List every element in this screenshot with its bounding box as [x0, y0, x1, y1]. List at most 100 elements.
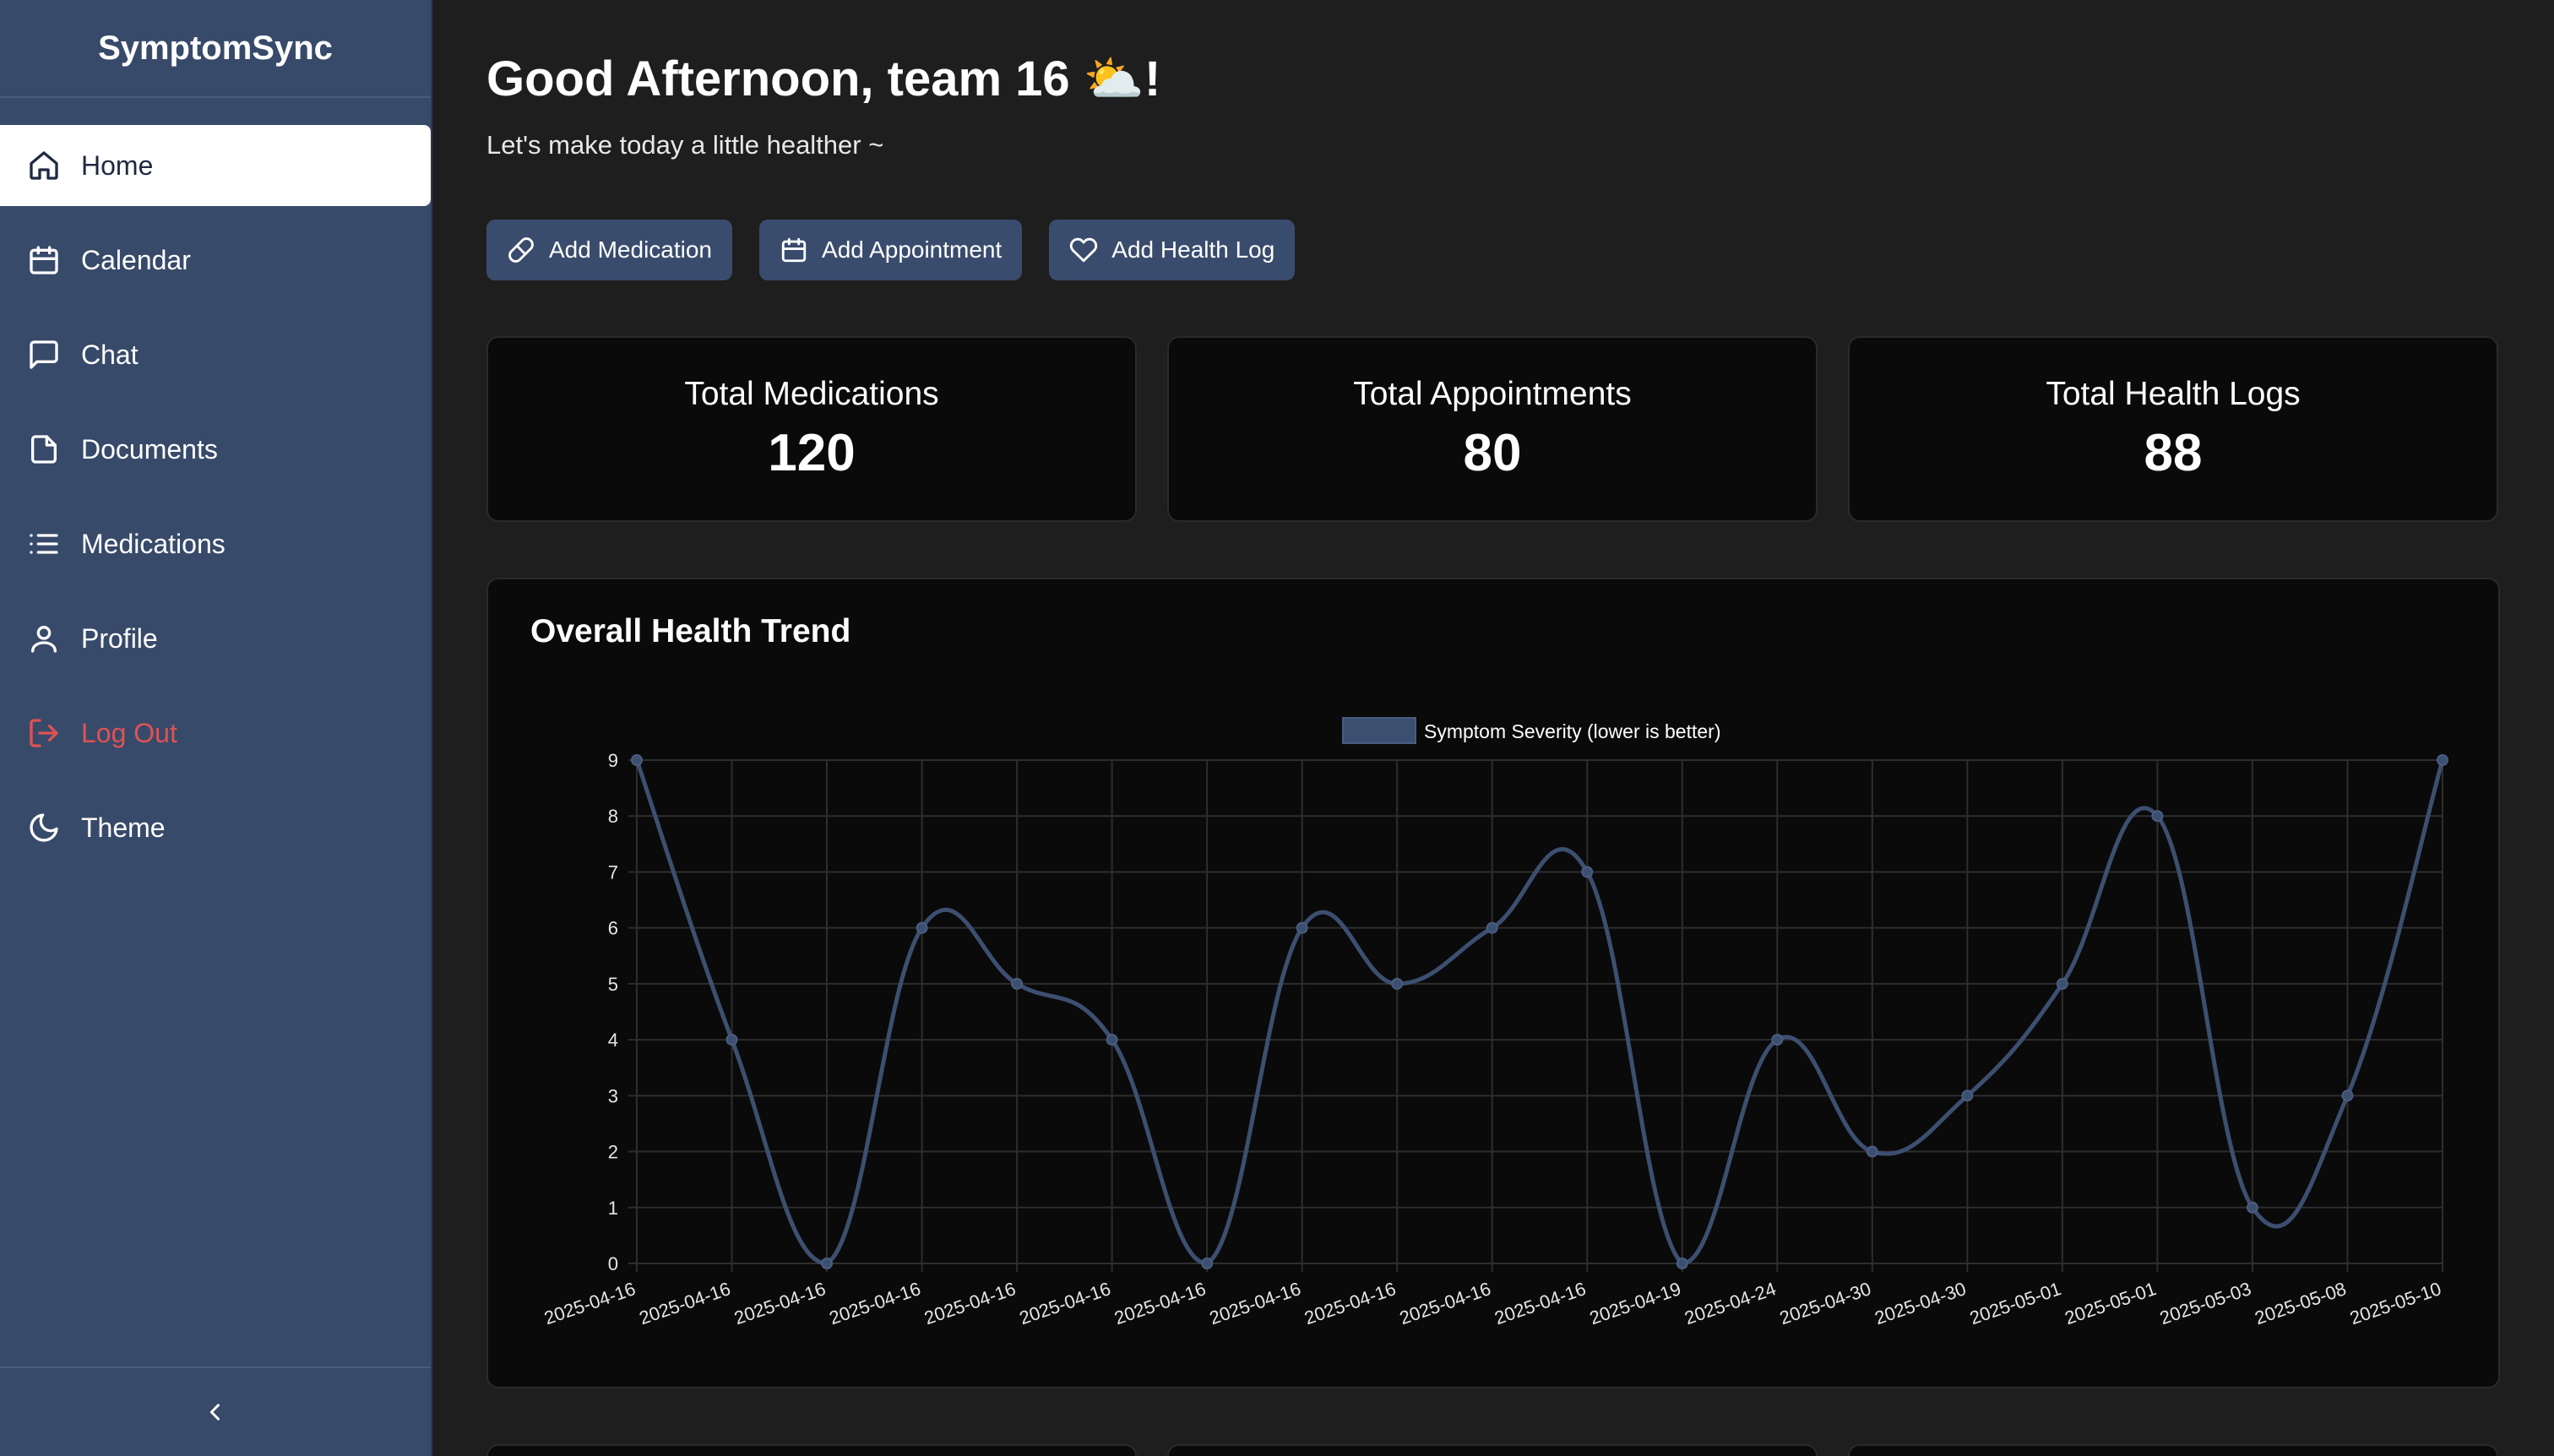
add-medication-label: Add Medication [549, 236, 713, 263]
bottom-card [1167, 1444, 1818, 1456]
x-tick-label: 2025-05-03 [2157, 1278, 2254, 1328]
data-point [1581, 866, 1594, 878]
calendar-icon [781, 237, 807, 263]
series-line [634, 759, 2445, 1266]
add-appointment-button[interactable]: Add Appointment [759, 220, 1023, 280]
sidebar-item-label: Profile [81, 622, 158, 654]
stat-label: Total Health Logs [2046, 375, 2301, 412]
sidebar-item-documents[interactable]: Documents [0, 409, 431, 490]
data-point [1486, 921, 1498, 934]
x-tick-label: 2025-04-16 [827, 1278, 924, 1328]
y-tick-label: 7 [608, 861, 618, 883]
data-point [1866, 1145, 1878, 1158]
sidebar-item-calendar[interactable]: Calendar [0, 220, 431, 301]
sidebar-item-theme[interactable]: Theme [0, 787, 431, 868]
data-point [1106, 1034, 1118, 1046]
sidebar-item-label: Medications [81, 528, 226, 559]
x-tick-label: 2025-04-16 [731, 1278, 829, 1328]
add-medication-button[interactable]: Add Medication [486, 220, 733, 280]
heart-icon [1070, 237, 1098, 263]
sidebar-item-medications[interactable]: Medications [0, 503, 431, 584]
stat-label: Total Appointments [1353, 375, 1632, 412]
bottom-cards-row [486, 1444, 2498, 1456]
data-point [1676, 1258, 1688, 1269]
x-tick-label: 2025-04-16 [1301, 1278, 1399, 1328]
stats-row: Total Medications 120 Total Appointments… [486, 336, 2498, 522]
pill-icon [508, 237, 534, 263]
moon-icon [27, 811, 61, 845]
legend-swatch [1342, 717, 1416, 744]
sidebar-item-label: Log Out [81, 717, 177, 748]
sidebar-item-label: Documents [81, 433, 218, 465]
page-title: Good Afternoon, team 16 ⛅! [486, 52, 1161, 106]
calendar-icon [27, 243, 61, 277]
stat-card-medications: Total Medications 120 [486, 336, 1137, 522]
sidebar-item-label: Chat [81, 339, 139, 370]
x-tick-label: 2025-04-30 [1777, 1278, 1874, 1328]
x-tick-label: 2025-04-30 [1872, 1278, 1969, 1328]
stat-value: 80 [1463, 423, 1522, 482]
x-tick-label: 2025-04-16 [1397, 1278, 1494, 1328]
x-tick-label: 2025-05-10 [2347, 1278, 2444, 1328]
x-tick-label: 2025-04-16 [541, 1278, 638, 1328]
data-point [725, 1034, 738, 1046]
x-tick-label: 2025-04-24 [1682, 1278, 1779, 1328]
sidebar-item-profile[interactable]: Profile [0, 598, 431, 679]
y-tick-label: 4 [608, 1030, 618, 1051]
data-point [2341, 1089, 2354, 1102]
x-tick-label: 2025-04-16 [921, 1278, 1019, 1328]
main-content: Good Afternoon, team 16 ⛅! Let's make to… [432, 0, 2554, 1456]
x-tick-label: 2025-04-16 [1492, 1278, 1589, 1328]
data-point [821, 1258, 834, 1269]
x-tick-label: 2025-05-08 [2252, 1278, 2350, 1328]
sidebar-item-label: Home [81, 149, 154, 181]
data-point [2151, 810, 2164, 823]
app-logo-title: SymptomSync [0, 0, 431, 98]
x-tick-label: 2025-05-01 [1967, 1278, 2064, 1328]
data-point [2437, 754, 2448, 766]
data-point [916, 921, 928, 934]
y-tick-label: 2 [608, 1142, 618, 1163]
y-tick-label: 3 [608, 1085, 618, 1106]
data-point [1771, 1034, 1784, 1046]
stat-card-appointments: Total Appointments 80 [1167, 336, 1818, 522]
quick-actions: Add Medication Add Appointment Add Healt… [486, 220, 1296, 280]
sidebar-item-logout[interactable]: Log Out [0, 693, 431, 774]
stat-value: 120 [768, 423, 856, 482]
logout-icon [27, 716, 61, 750]
data-point [1201, 1258, 1214, 1269]
page-subtitle: Let's make today a little healther ~ [486, 130, 884, 160]
x-tick-label: 2025-04-16 [1207, 1278, 1304, 1328]
bottom-card [1848, 1444, 2498, 1456]
user-icon [27, 622, 61, 655]
data-point [631, 754, 643, 766]
list-icon [27, 527, 61, 561]
y-tick-label: 0 [608, 1253, 618, 1274]
document-icon [27, 432, 61, 466]
data-point [1296, 921, 1308, 934]
stat-label: Total Medications [684, 375, 939, 412]
legend-label: Symptom Severity (lower is better) [1424, 720, 1720, 742]
y-tick-label: 6 [608, 918, 618, 939]
sidebar-nav: Home Calendar Chat Documents Medications… [0, 125, 431, 868]
sidebar-footer [0, 1366, 431, 1456]
data-point [1961, 1089, 1974, 1102]
health-trend-chart: 01234567892025-04-162025-04-162025-04-16… [541, 717, 2448, 1328]
chevron-left-icon[interactable] [195, 1392, 236, 1432]
y-tick-label: 8 [608, 806, 618, 827]
health-trend-card: Overall Health Trend 0 1 2 3 4 5 6 7 8 9 2025-04-1… [486, 578, 2500, 1388]
chat-icon [27, 338, 61, 372]
sidebar-item-home[interactable]: Home [0, 125, 431, 206]
y-tick-label: 1 [608, 1198, 618, 1219]
data-point [2056, 977, 2068, 990]
y-tick-label: 5 [608, 974, 618, 995]
y-tick-label: 9 [608, 750, 618, 771]
sidebar-item-chat[interactable]: Chat [0, 314, 431, 395]
add-health-log-button[interactable]: Add Health Log [1049, 220, 1296, 280]
x-tick-label: 2025-04-19 [1587, 1278, 1684, 1328]
stat-value: 88 [2144, 423, 2203, 482]
data-point [2246, 1201, 2258, 1214]
x-tick-label: 2025-04-16 [637, 1278, 734, 1328]
home-icon [27, 149, 61, 182]
sidebar-item-label: Theme [81, 812, 166, 843]
